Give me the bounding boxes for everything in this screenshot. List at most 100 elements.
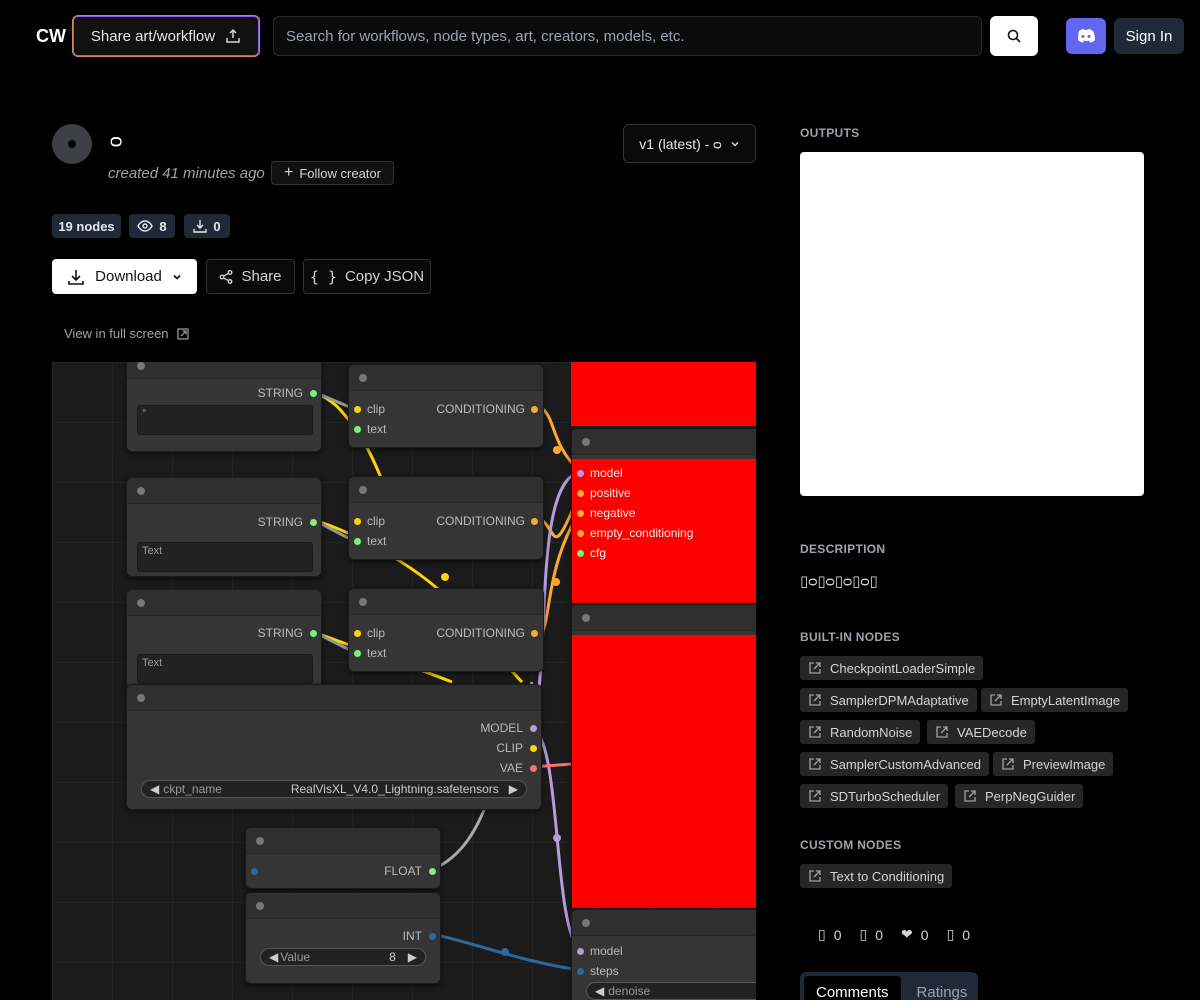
model-input-label: model: [590, 944, 623, 958]
sampler-node[interactable]: [571, 604, 756, 908]
text-to-conditioning-node-2[interactable]: clip text CONDITIONING: [348, 476, 544, 560]
value-number: 8: [389, 950, 396, 964]
follow-creator-button[interactable]: + Follow creator: [271, 161, 394, 185]
string-output-port[interactable]: [310, 519, 317, 526]
logo[interactable]: CW: [36, 26, 66, 47]
int-output-port[interactable]: [429, 933, 436, 940]
value-widget[interactable]: ◀ Value 8 ▶: [260, 948, 426, 966]
preview-output-top: [571, 362, 756, 426]
built-in-node-tag[interactable]: PerpNegGuider: [955, 784, 1084, 808]
string-output-port[interactable]: [310, 630, 317, 637]
share-button[interactable]: Share: [206, 259, 295, 294]
positive-input-port[interactable]: [577, 490, 584, 497]
int-node[interactable]: INT ◀ Value 8 ▶: [245, 892, 441, 984]
model-input-port[interactable]: [577, 948, 584, 955]
custom-node-tag[interactable]: Text to Conditioning: [800, 864, 953, 888]
stat-item[interactable]: ▯ 0: [860, 926, 884, 943]
workflow-canvas[interactable]: STRING ° STRING Text STRING Text clip te…: [52, 362, 756, 1000]
cfg-input-label: cfg: [590, 546, 607, 560]
string-node-3[interactable]: STRING Text: [126, 589, 322, 689]
copy-json-button[interactable]: { } Copy JSON: [303, 259, 431, 294]
string-textbox[interactable]: °: [137, 405, 313, 435]
built-in-node-tag[interactable]: CheckpointLoaderSimple: [800, 656, 984, 680]
external-link-icon: [936, 726, 948, 738]
empty-conditioning-input-port[interactable]: [577, 530, 584, 537]
tag-label: SDTurboScheduler: [830, 788, 941, 804]
float-node[interactable]: FLOAT: [245, 827, 441, 889]
view-full-screen-link[interactable]: View in full screen: [64, 326, 189, 341]
text-to-conditioning-node-3[interactable]: clip text CONDITIONING: [348, 588, 544, 672]
creator-avatar[interactable]: [52, 124, 92, 164]
model-input-port[interactable]: [577, 470, 584, 477]
tab-comments[interactable]: Comments: [804, 976, 901, 1000]
cfg-input-port[interactable]: [577, 550, 584, 557]
built-in-node-tag[interactable]: RandomNoise: [800, 720, 921, 744]
share-art-workflow-button[interactable]: Share art/workflow: [72, 15, 260, 57]
external-link-icon: [809, 694, 821, 706]
right-arrow-icon[interactable]: ▶: [408, 950, 417, 964]
ckpt-name-value: RealVisXL_V4.0_Lightning.safetensors: [290, 782, 499, 796]
search-button[interactable]: [990, 16, 1038, 56]
built-in-node-tag[interactable]: SamplerDPMAdaptative: [800, 688, 977, 712]
tab-ratings[interactable]: Ratings: [905, 976, 980, 1000]
description-text: ▯ᴑ▯ᴑ▯ᴑ▯ᴑ▯: [800, 573, 878, 590]
model-output-port[interactable]: [530, 725, 537, 732]
string-output-port[interactable]: [310, 390, 317, 397]
int-output-label: INT: [402, 929, 422, 943]
built-in-nodes-title: BUILT-IN NODES: [800, 630, 900, 644]
vae-output-port[interactable]: [530, 765, 537, 772]
conditioning-output-port[interactable]: [531, 406, 538, 413]
built-in-node-tag[interactable]: SDTurboScheduler: [800, 784, 949, 808]
steps-input-port[interactable]: [577, 968, 584, 975]
conditioning-output-port[interactable]: [531, 630, 538, 637]
denoise-widget[interactable]: ◀ denoise: [586, 982, 756, 1000]
text-input-port[interactable]: [354, 538, 361, 545]
heart-icon: ❤: [901, 926, 913, 942]
string-node-2[interactable]: STRING Text: [126, 477, 322, 577]
negative-input-port[interactable]: [577, 510, 584, 517]
sign-in-button[interactable]: Sign In: [1114, 18, 1184, 54]
output-image[interactable]: [800, 152, 1144, 496]
discord-button[interactable]: [1066, 18, 1106, 54]
sd-turbo-scheduler-node[interactable]: model steps ◀ denoise: [571, 909, 756, 1000]
clip-input-port[interactable]: [354, 630, 361, 637]
float-input-port[interactable]: [251, 868, 258, 875]
text-to-conditioning-node-1[interactable]: clip text CONDITIONING: [348, 364, 544, 448]
stat-count: 0: [833, 926, 842, 943]
left-arrow-icon[interactable]: ◀: [269, 950, 278, 964]
built-in-node-tag[interactable]: SamplerCustomAdvanced: [800, 752, 990, 776]
value-label: Value: [280, 950, 311, 964]
clip-output-port[interactable]: [530, 745, 537, 752]
string-textbox[interactable]: Text: [137, 654, 313, 684]
missing-glyph-icon: ▯: [859, 926, 868, 942]
float-output-port[interactable]: [429, 868, 436, 875]
tag-label: PreviewImage: [1023, 756, 1106, 772]
left-arrow-icon[interactable]: ◀: [150, 782, 159, 796]
clip-input-port[interactable]: [354, 518, 361, 525]
built-in-node-tag[interactable]: EmptyLatentImage: [981, 688, 1129, 712]
tag-label: RandomNoise: [830, 724, 913, 740]
checkpoint-loader-node[interactable]: MODEL CLIP VAE ◀ ckpt_name RealVisXL_V4.…: [126, 684, 542, 810]
ckpt-name-widget[interactable]: ◀ ckpt_name RealVisXL_V4.0_Lightning.saf…: [141, 780, 527, 798]
version-select[interactable]: v1 (latest) - ᴑ: [623, 124, 756, 163]
stat-item[interactable]: ▯ 0: [818, 926, 842, 943]
conditioning-output-port[interactable]: [531, 518, 538, 525]
external-link-icon: [809, 758, 821, 770]
stat-item-likes[interactable]: ❤ 0: [901, 926, 929, 943]
text-input-port[interactable]: [354, 650, 361, 657]
custom-nodes-title: CUSTOM NODES: [800, 838, 902, 852]
text-input-port[interactable]: [354, 426, 361, 433]
clip-input-label: clip: [367, 626, 386, 640]
string-node-1[interactable]: STRING °: [126, 362, 322, 452]
string-textbox[interactable]: Text: [137, 542, 313, 572]
search-input[interactable]: Search for workflows, node types, art, c…: [273, 16, 982, 56]
built-in-node-tag[interactable]: PreviewImage: [993, 752, 1114, 776]
right-arrow-icon[interactable]: ▶: [509, 782, 518, 796]
left-arrow-icon[interactable]: ◀: [595, 984, 604, 998]
built-in-node-tag[interactable]: VAEDecode: [927, 720, 1035, 744]
perp-neg-guider-node[interactable]: model positive negative empty_conditioni…: [571, 428, 756, 603]
stat-item[interactable]: ▯ 0: [947, 926, 971, 943]
text-input-label: text: [367, 534, 387, 548]
clip-input-port[interactable]: [354, 406, 361, 413]
download-button[interactable]: Download: [52, 259, 197, 294]
